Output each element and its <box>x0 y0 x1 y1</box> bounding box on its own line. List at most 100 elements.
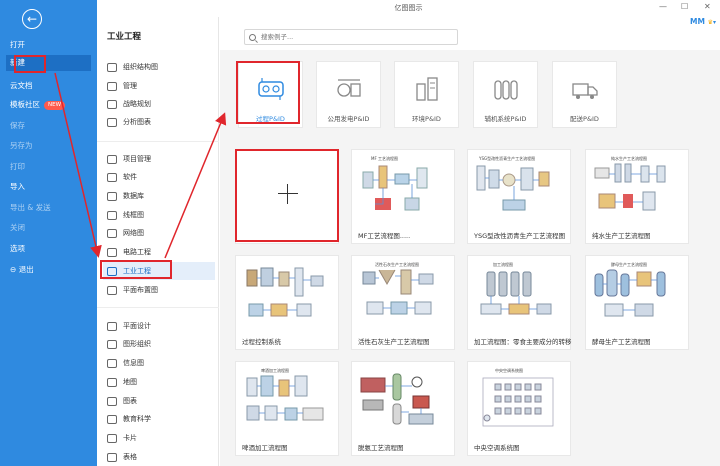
tile-power-pid[interactable]: 公用发电P&ID <box>316 61 381 128</box>
thumb-header: 纯水生产工艺流程图 <box>611 155 647 161</box>
auxiliary-pid-icon <box>494 80 518 100</box>
tile-auxiliary-pid[interactable]: 辅机系统P&ID <box>473 61 538 128</box>
search-icon <box>249 33 256 41</box>
thumbnail-diagram: 啤酒加工流程图 <box>246 367 324 421</box>
chevron-down-icon: ▾ <box>712 19 716 26</box>
tile-environment-pid[interactable]: 环境P&ID <box>394 61 459 128</box>
thumb-header: 啤酒加工流程图 <box>261 367 289 373</box>
cat-infographic[interactable]: 信息图 <box>103 354 215 372</box>
maximize-icon[interactable]: ☐ <box>681 2 688 11</box>
cat-label: 平面布置图 <box>123 286 158 294</box>
organizer-icon <box>107 339 117 349</box>
template-card[interactable]: 过程控制系统 <box>235 255 339 350</box>
cat-label: 地图 <box>123 378 137 386</box>
cat-database[interactable]: 数据库 <box>103 187 215 205</box>
project-icon <box>107 154 117 164</box>
menu-print[interactable]: 打印 <box>10 159 94 175</box>
floor-plan-icon <box>107 285 117 295</box>
cat-label: 数据库 <box>123 192 144 200</box>
template-card[interactable]: 纯水生产工艺流程图 纯水生产工艺流程图 <box>585 149 689 244</box>
analysis-chart-icon <box>107 117 117 127</box>
tile-label: 辅机系统P&ID <box>484 115 527 123</box>
cat-education[interactable]: 教育科学 <box>103 410 215 428</box>
cat-wireframe[interactable]: 线框图 <box>103 206 215 224</box>
template-card[interactable]: MF 工艺流程图 MF工艺流程图..... <box>351 149 455 244</box>
graphic-design-icon <box>107 321 117 331</box>
menu-save-as[interactable]: 另存为 <box>10 138 94 154</box>
thumbnail-diagram: YSG型改性沥青生产工艺流程图 <box>476 155 550 211</box>
table-icon <box>107 452 117 462</box>
template-label: MF工艺流程图..... <box>358 232 411 240</box>
thumbnail-diagram: MF 工艺流程图 <box>362 155 428 211</box>
template-label: 加工流程图：零食主要成分的转移 <box>474 338 572 346</box>
menu-template-community[interactable]: 模板社区 NEW <box>10 97 94 113</box>
cat-circuit[interactable]: 电路工程 <box>103 243 215 261</box>
menu-exit-label: 退出 <box>18 265 34 274</box>
cat-strategy[interactable]: 战略规划 <box>103 95 215 113</box>
template-card[interactable]: YSG型改性沥青生产工艺流程图 YSG型改性沥青生产工艺流程图 <box>467 149 571 244</box>
template-card[interactable]: 加工流程图 加工流程图：零食主要成分的转移 <box>467 255 572 350</box>
cat-label: 电路工程 <box>123 248 151 256</box>
menu-cloud-docs[interactable]: 云文档 <box>10 78 94 94</box>
template-label: 活性石灰生产工艺流程图 <box>358 338 430 346</box>
cat-card[interactable]: 卡片 <box>103 429 215 447</box>
cat-software[interactable]: 软件 <box>103 168 215 186</box>
menu-open[interactable]: 打开 <box>10 37 94 53</box>
cat-graphic-design[interactable]: 平面设计 <box>103 317 215 335</box>
cat-chart[interactable]: 图表 <box>103 392 215 410</box>
cat-graphic-organizer[interactable]: 图形组织 <box>103 335 215 353</box>
cat-management[interactable]: 管理 <box>103 77 215 95</box>
menu-export-send[interactable]: 导出 & 发送 <box>10 200 94 216</box>
menu-close[interactable]: 关闭 <box>10 220 94 236</box>
highlight-new <box>14 55 46 73</box>
cat-label: 表格 <box>123 453 137 461</box>
menu-exit[interactable]: ⊖ 退出 <box>10 262 94 278</box>
template-card[interactable]: 中央空调系统图 中央空调系统图 <box>467 361 571 456</box>
minimize-icon[interactable]: — <box>659 2 667 11</box>
cat-label: 图形组织 <box>123 340 151 348</box>
map-icon <box>107 377 117 387</box>
cat-label: 信息图 <box>123 359 144 367</box>
template-label: 纯水生产工艺流程图 <box>592 232 651 240</box>
template-card[interactable]: 啤酒加工流程图 啤酒加工流程图 <box>235 361 339 456</box>
template-card[interactable]: 酵母生产工艺流程图 酵母生产工艺流程图 <box>585 255 689 350</box>
exit-icon: ⊖ <box>10 265 17 274</box>
strategy-icon <box>107 99 117 109</box>
template-label: 酵母生产工艺流程图 <box>592 338 651 346</box>
cat-map[interactable]: 地图 <box>103 373 215 391</box>
new-badge: NEW <box>44 100 66 110</box>
cat-network[interactable]: 网络图 <box>103 224 215 242</box>
thumb-header: MF 工艺流程图 <box>371 155 398 161</box>
tile-label: 公用发电P&ID <box>327 115 370 123</box>
tile-label: 环境P&ID <box>412 115 441 123</box>
menu-save[interactable]: 保存 <box>10 118 94 134</box>
cat-label: 项目管理 <box>123 155 151 163</box>
thumb-header: 加工流程图 <box>493 261 513 267</box>
user-name: MM <box>690 17 705 26</box>
back-arrow-icon[interactable]: ← <box>22 9 42 29</box>
highlight-industrial <box>100 260 172 279</box>
cat-label: 战略规划 <box>123 100 151 108</box>
cat-analysis-chart[interactable]: 分析图表 <box>103 113 215 131</box>
close-icon[interactable]: ✕ <box>704 2 711 11</box>
thumb-header: 酵母生产工艺流程图 <box>611 261 647 267</box>
tile-delivery-pid[interactable]: 配送P&ID <box>552 61 617 128</box>
chart-icon <box>107 396 117 406</box>
cat-org-chart[interactable]: 组织结构图 <box>103 58 215 76</box>
menu-options[interactable]: 选项 <box>10 241 94 257</box>
cat-project-mgmt[interactable]: 项目管理 <box>103 150 215 168</box>
cat-label: 线框图 <box>123 211 144 219</box>
menu-import[interactable]: 导入 <box>10 179 94 195</box>
search-input[interactable] <box>261 33 441 41</box>
thumb-header: 中央空调系统图 <box>495 367 523 373</box>
user-account[interactable]: MM ♛▾ <box>690 17 716 26</box>
title-bar: 亿图图示 — ☐ ✕ <box>97 0 720 17</box>
cat-label: 软件 <box>123 173 137 181</box>
search-box[interactable] <box>244 29 458 45</box>
template-card[interactable]: 活性石灰生产工艺流程图 活性石灰生产工艺流程图 <box>351 255 455 350</box>
template-card[interactable]: 脱氨工艺流程图 <box>351 361 455 456</box>
cat-floor-plan[interactable]: 平面布置图 <box>103 281 215 299</box>
network-icon <box>107 228 117 238</box>
cat-label: 教育科学 <box>123 415 151 423</box>
cat-table[interactable]: 表格 <box>103 448 215 466</box>
